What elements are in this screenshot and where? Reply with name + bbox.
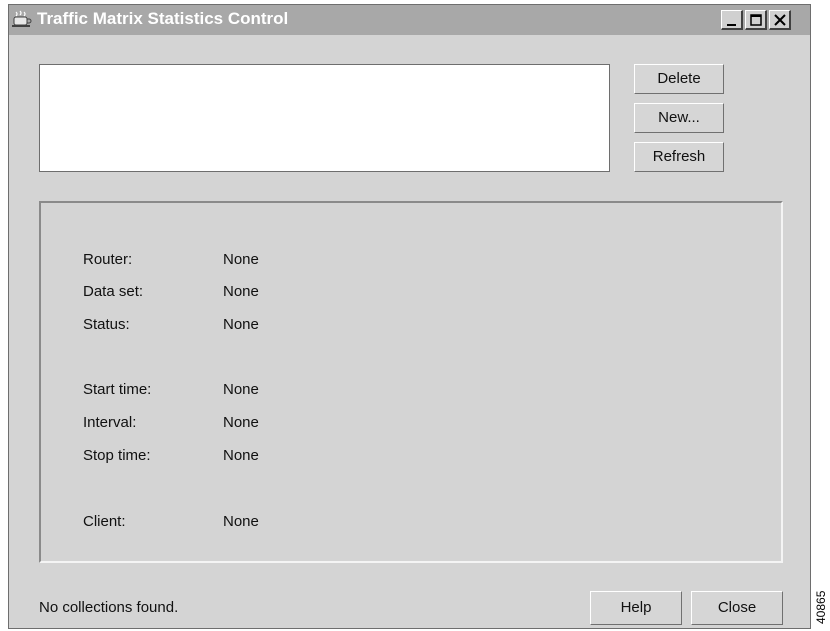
status-message: No collections found.	[39, 599, 179, 616]
maximize-icon	[749, 14, 762, 26]
close-button-label: Close	[717, 599, 757, 616]
refresh-button[interactable]: Refresh	[634, 142, 724, 172]
collections-list[interactable]	[39, 64, 610, 172]
new-button[interactable]: New...	[634, 103, 724, 133]
status-value: None	[223, 316, 259, 333]
new-button-label: New...	[658, 109, 700, 126]
maximize-button[interactable]	[745, 10, 767, 30]
status-label: Status:	[83, 316, 130, 333]
coffee-cup-icon[interactable]	[11, 9, 33, 29]
client-value: None	[223, 513, 259, 530]
delete-button-label: Delete	[657, 70, 701, 87]
minimize-icon	[726, 24, 736, 26]
router-label: Router:	[83, 251, 133, 268]
traffic-matrix-window: Traffic Matrix Statistics Control Delete…	[8, 4, 811, 629]
figure-id-label: 40865	[813, 584, 829, 628]
interval-value: None	[223, 414, 259, 431]
close-window-button[interactable]	[769, 10, 791, 30]
help-button[interactable]: Help	[590, 591, 682, 625]
title-bar[interactable]: Traffic Matrix Statistics Control	[9, 5, 810, 35]
data-set-value: None	[223, 283, 259, 300]
close-icon	[773, 14, 786, 26]
data-set-label: Data set:	[83, 283, 144, 300]
stop-time-label: Stop time:	[83, 447, 151, 464]
close-button[interactable]: Close	[691, 591, 783, 625]
collection-details-panel: Router: None Data set: None Status: None…	[39, 201, 783, 563]
router-value: None	[223, 251, 259, 268]
refresh-button-label: Refresh	[652, 148, 706, 165]
figure-id-text: 40865	[814, 590, 828, 624]
stop-time-value: None	[223, 447, 259, 464]
help-button-label: Help	[620, 599, 652, 616]
interval-label: Interval:	[83, 414, 137, 431]
minimize-button[interactable]	[721, 10, 743, 30]
start-time-label: Start time:	[83, 381, 152, 398]
delete-button[interactable]: Delete	[634, 64, 724, 94]
client-label: Client:	[83, 513, 126, 530]
window-title: Traffic Matrix Statistics Control	[37, 9, 289, 28]
start-time-value: None	[223, 381, 259, 398]
